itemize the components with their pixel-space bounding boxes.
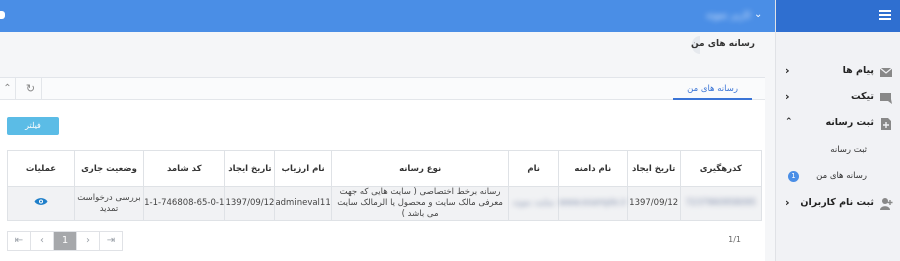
refresh-icon[interactable]: ↻: [20, 78, 42, 100]
collapse-chevron-up-icon[interactable]: ⌃: [0, 78, 16, 100]
user-name[interactable]: کاربر نمونه: [706, 10, 750, 22]
column-header[interactable]: وضعیت جاری: [73, 150, 145, 187]
created-date-cell: 1397/09/12: [626, 186, 681, 221]
operations-cell: [7, 186, 75, 221]
user-menu-chevron-down-icon[interactable]: ⌄: [754, 9, 762, 20]
chevron-left-icon: ‹: [785, 64, 790, 77]
eye-icon[interactable]: [34, 197, 48, 206]
media-type-cell: رسانه برخط اختصاصی ( سایت هایی که جهت مع…: [330, 186, 510, 221]
sidebar-item-ticket[interactable]: تیکت ‹: [776, 86, 900, 110]
sidebar-subitem-register-media[interactable]: ثبت رسانه: [776, 140, 900, 162]
tracking-code: 7237960958095: [685, 198, 756, 208]
tab-bar: ⌃ ↻ رسانه های من: [0, 78, 765, 100]
next-page-chevron-right-icon[interactable]: ›: [76, 231, 100, 251]
hamburger-menu-icon[interactable]: [879, 10, 891, 20]
table-row[interactable]: 7237960958095 1397/09/12 www.example.ir …: [7, 186, 763, 221]
status-cell: بررسی درخواست تمدید: [73, 186, 145, 221]
breadcrumb: رسانه های من: [690, 39, 755, 49]
domain-name: www.example.ir: [558, 198, 627, 208]
column-header[interactable]: تاریخ ایجاد: [626, 150, 681, 187]
count-badge: 1: [788, 171, 799, 182]
content-panel: ⌃ ↻ رسانه های من فیلتر کدرهگیری تاریخ ای…: [0, 77, 765, 261]
sidebar-item-label: تیکت: [850, 91, 874, 102]
sidebar-item-user-registration[interactable]: ثبت نام کاربران ‹: [776, 192, 900, 216]
sidebar: پیام ها ‹ تیکت ‹ ثبت رسانه ⌃ ثبت رسانه ر…: [775, 0, 900, 261]
sidebar-subitem-label: رسانه های من: [816, 171, 867, 181]
shamed-code-cell: 1-1-746808-65-0-1: [143, 186, 226, 221]
logo-mark: [0, 11, 5, 19]
envelope-icon: [879, 67, 893, 77]
column-header[interactable]: عملیات: [7, 150, 75, 187]
column-header[interactable]: نام ارزیاب: [274, 150, 332, 187]
chevron-left-icon: ‹: [785, 196, 790, 209]
pagination-info: 1/1: [728, 235, 741, 244]
chevron-up-icon: ⌃: [785, 117, 793, 127]
page-number[interactable]: 1: [53, 231, 77, 251]
column-header[interactable]: نام دامنه: [557, 150, 628, 187]
sidebar-header: [776, 0, 900, 32]
tab-my-media[interactable]: رسانه های من: [673, 81, 752, 100]
pagination: ⇤ ‹ 1 › ⇥: [7, 231, 123, 251]
column-header[interactable]: تاریخ ایجاد: [224, 150, 276, 187]
sidebar-subitem-label: ثبت رسانه: [830, 145, 867, 155]
column-header[interactable]: کدرهگیری: [679, 150, 763, 187]
filter-button[interactable]: فیلتر: [7, 117, 59, 135]
created-date-cell-2: 1397/09/12: [224, 186, 276, 221]
column-header[interactable]: نام: [508, 150, 559, 187]
first-page-icon[interactable]: ⇤: [7, 231, 31, 251]
sidebar-item-label: ثبت رسانه: [825, 117, 874, 128]
column-header[interactable]: کد شامد: [143, 150, 226, 187]
prev-page-chevron-left-icon[interactable]: ‹: [30, 231, 54, 251]
sidebar-item-messages[interactable]: پیام ها ‹: [776, 60, 900, 84]
top-bar: کاربر نمونه ⌄: [0, 0, 775, 32]
media-name: سایت نمونه: [512, 198, 555, 208]
last-page-icon[interactable]: ⇥: [99, 231, 123, 251]
chat-icon: [880, 93, 892, 104]
chevron-left-icon: ‹: [785, 90, 790, 103]
domain-cell: www.example.ir: [557, 186, 628, 221]
file-add-icon: [881, 118, 891, 130]
name-cell: سایت نمونه: [508, 186, 559, 221]
evaluator-cell: admineval11: [274, 186, 332, 221]
sidebar-item-label: پیام ها: [842, 65, 874, 76]
table-header-row: کدرهگیری تاریخ ایجاد نام دامنه نام نوع ر…: [7, 150, 763, 187]
sidebar-item-register-media[interactable]: ثبت رسانه ⌃: [776, 112, 900, 136]
user-add-icon: [880, 198, 893, 210]
tracking-code-cell: 7237960958095: [679, 186, 763, 221]
sidebar-item-label: ثبت نام کاربران: [800, 197, 874, 208]
column-header[interactable]: نوع رسانه: [330, 150, 510, 187]
sidebar-subitem-my-media[interactable]: رسانه های من 1: [776, 166, 900, 188]
media-table: کدرهگیری تاریخ ایجاد نام دامنه نام نوع ر…: [7, 150, 763, 221]
breadcrumb-bar: رسانه های من: [0, 32, 775, 60]
